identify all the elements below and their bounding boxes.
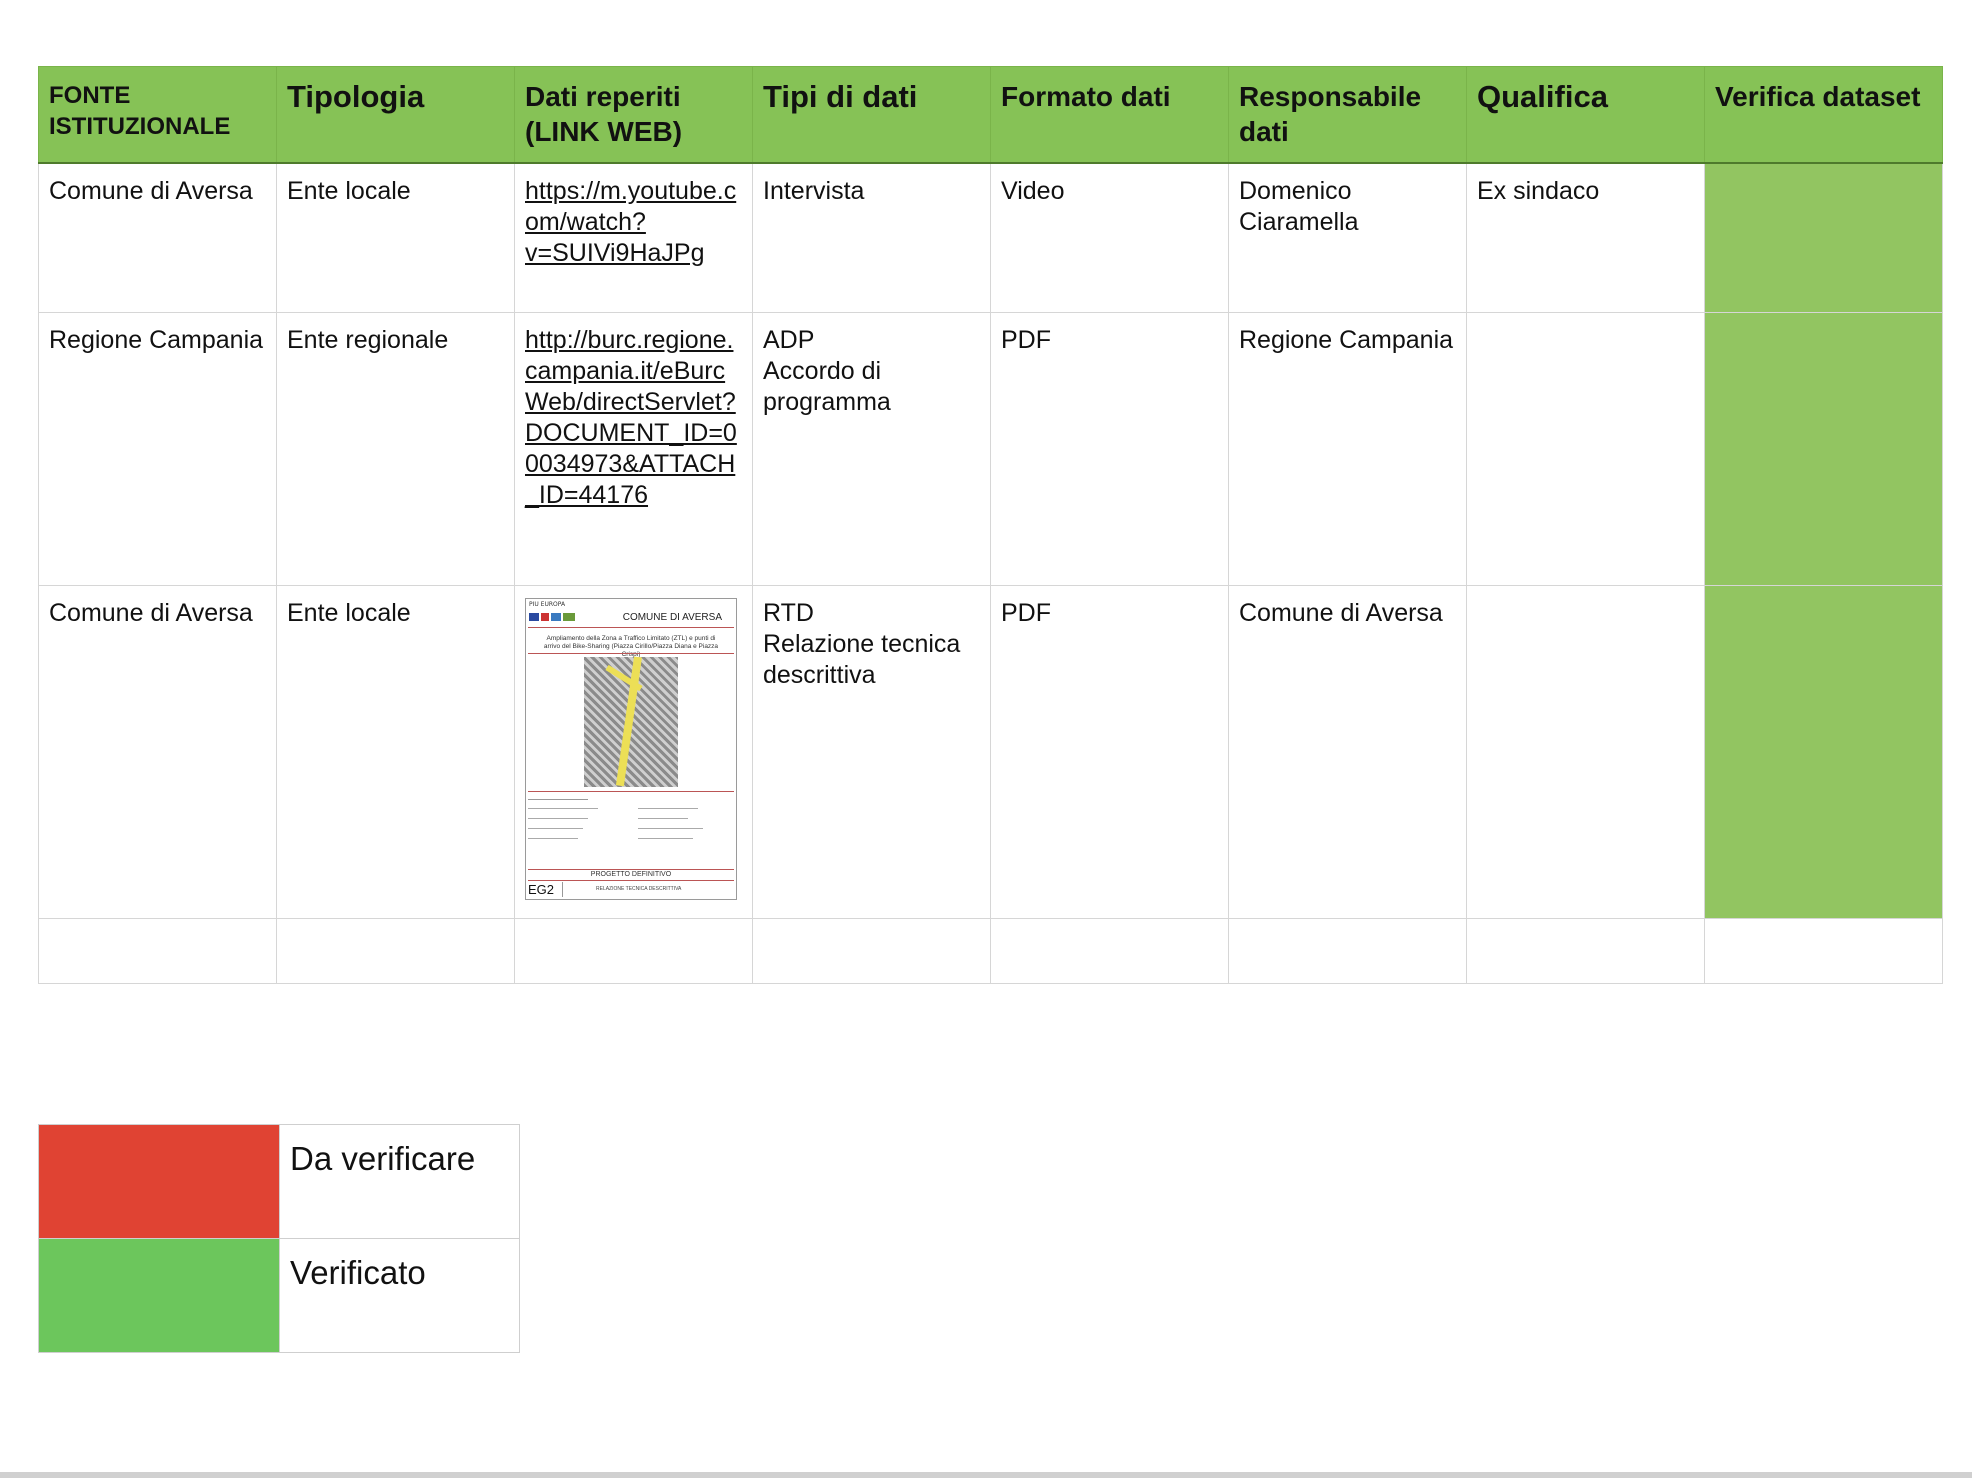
- source-link[interactable]: http://burc.regione.campania.it/eBurcWeb…: [525, 326, 737, 509]
- thumbnail-project-label: PROGETTO DEFINITIVO: [528, 869, 734, 881]
- cell-formato: PDF: [990, 585, 1229, 919]
- thumbnail-divider: [528, 791, 734, 792]
- legend-swatch-red: [38, 1124, 280, 1239]
- cell-empty: [1228, 918, 1467, 984]
- document-thumbnail[interactable]: PIU EUROPA COMUNE DI AVERSA Ampliamento …: [525, 598, 737, 900]
- cell-formato: PDF: [990, 312, 1229, 586]
- page-bottom-edge: [0, 1472, 1972, 1478]
- legend-row: Verificato: [38, 1238, 520, 1353]
- table-row-empty: [38, 918, 1943, 984]
- cell-tipologia: Ente regionale: [276, 312, 515, 586]
- cell-responsabile: Domenico Ciaramella: [1228, 162, 1467, 313]
- cell-tipi: Intervista: [752, 162, 991, 313]
- cell-fonte: Comune di Aversa: [38, 585, 277, 919]
- eu-logos-icon: [529, 613, 589, 621]
- table-row: Comune di Aversa Ente locale PIU EUROPA …: [38, 585, 1943, 919]
- header-verifica: Verifica dataset: [1704, 66, 1943, 164]
- cell-verifica-status: [1704, 585, 1943, 919]
- header-formato: Formato dati: [990, 66, 1229, 164]
- legend-swatch-green: [38, 1238, 280, 1353]
- cell-link: http://burc.regione.campania.it/eBurcWeb…: [514, 312, 753, 586]
- tipi-line2: Relazione tecnica descrittiva: [763, 630, 961, 689]
- tipi-line1: ADP: [763, 326, 815, 354]
- cell-qualifica: [1466, 585, 1705, 919]
- cell-empty: [1466, 918, 1705, 984]
- cell-tipologia: Ente locale: [276, 162, 515, 313]
- cell-fonte: Regione Campania: [38, 312, 277, 586]
- source-link[interactable]: https://m.youtube.com/watch?v=SUIVi9HaJP…: [525, 177, 736, 267]
- header-row: FONTE ISTITUZIONALE Tipologia Dati reper…: [38, 66, 1943, 164]
- header-fonte: FONTE ISTITUZIONALE: [38, 66, 277, 164]
- cell-empty: [1704, 918, 1943, 984]
- cell-fonte: Comune di Aversa: [38, 162, 277, 313]
- tipi-line1: RTD: [763, 599, 814, 627]
- cell-link: PIU EUROPA COMUNE DI AVERSA Ampliamento …: [514, 585, 753, 919]
- cell-responsabile: Regione Campania: [1228, 312, 1467, 586]
- cell-responsabile: Comune di Aversa: [1228, 585, 1467, 919]
- thumbnail-description: Ampliamento della Zona a Traffico Limita…: [543, 635, 719, 658]
- header-responsabile: Responsabile dati: [1228, 66, 1467, 164]
- header-qualifica: Qualifica: [1466, 66, 1705, 164]
- cell-qualifica: Ex sindaco: [1466, 162, 1705, 313]
- thumbnail-header-text: PIU EUROPA: [529, 601, 566, 608]
- thumbnail-divider: [528, 627, 734, 628]
- cell-empty: [276, 918, 515, 984]
- cell-link: https://m.youtube.com/watch?v=SUIVi9HaJP…: [514, 162, 753, 313]
- header-tipologia: Tipologia: [276, 66, 515, 164]
- thumbnail-report-label: RELAZIONE TECNICA DESCRITTIVA: [596, 886, 682, 892]
- header-tipi: Tipi di dati: [752, 66, 991, 164]
- cell-tipi: RTD Relazione tecnica descrittiva: [752, 585, 991, 919]
- header-dati: Dati reperiti (LINK WEB): [514, 66, 753, 164]
- status-legend: Da verificare Verificato: [38, 1124, 520, 1353]
- cell-empty: [752, 918, 991, 984]
- cell-formato: Video: [990, 162, 1229, 313]
- tipi-line2: Accordo di programma: [763, 357, 891, 416]
- aerial-map-image: [584, 656, 678, 787]
- thumbnail-divider: [528, 653, 734, 654]
- cell-tipologia: Ente locale: [276, 585, 515, 919]
- cell-empty: [514, 918, 753, 984]
- thumbnail-city: COMUNE DI AVERSA: [622, 612, 722, 623]
- tipi-line1: Intervista: [763, 177, 865, 205]
- cell-empty: [38, 918, 277, 984]
- table-row: Regione Campania Ente regionale http://b…: [38, 312, 1943, 586]
- cell-empty: [990, 918, 1229, 984]
- thumbnail-credits: [528, 795, 734, 865]
- cell-verifica-status: [1704, 162, 1943, 313]
- cell-verifica-status: [1704, 312, 1943, 586]
- legend-label: Verificato: [279, 1238, 520, 1353]
- cell-qualifica: [1466, 312, 1705, 586]
- cell-tipi: ADP Accordo di programma: [752, 312, 991, 586]
- thumbnail-code: EG2: [528, 882, 564, 897]
- legend-label: Da verificare: [279, 1124, 520, 1239]
- legend-row: Da verificare: [38, 1124, 520, 1239]
- data-sources-table: FONTE ISTITUZIONALE Tipologia Dati reper…: [38, 66, 1943, 984]
- table-row: Comune di Aversa Ente locale https://m.y…: [38, 162, 1943, 313]
